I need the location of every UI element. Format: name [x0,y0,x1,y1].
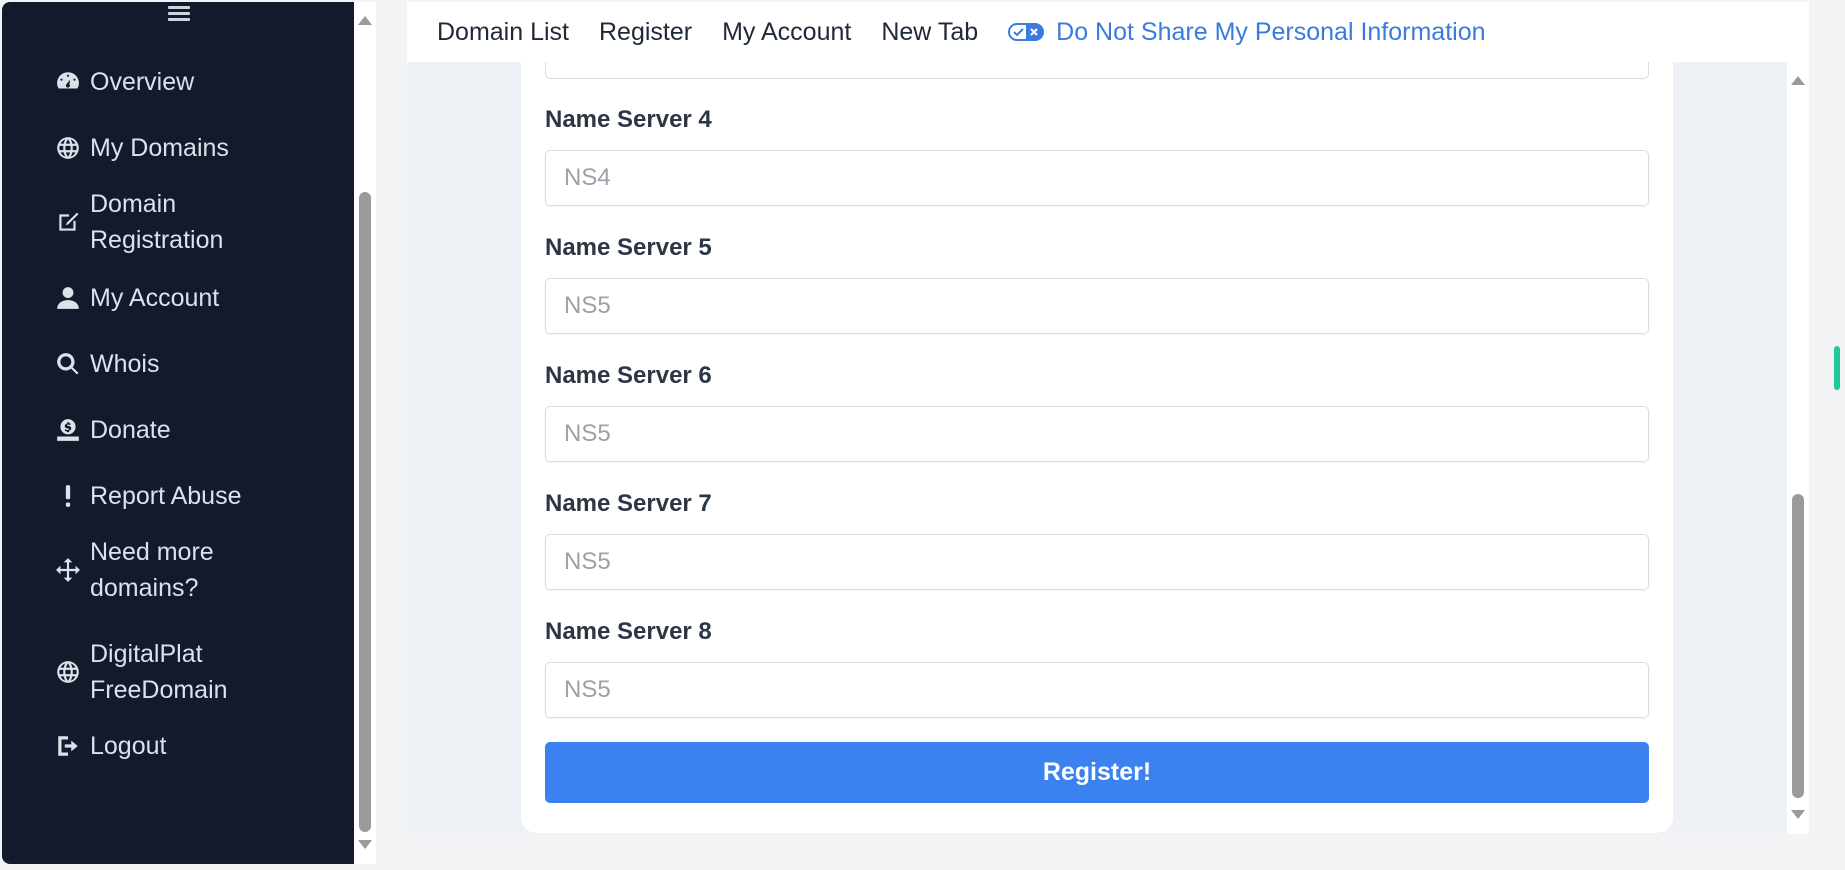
name-server-7-group: Name Server 7 [545,490,1649,590]
name-server-8-input[interactable] [545,662,1649,718]
sidebar-item-label: Domain Registration [90,190,224,254]
name-server-6-group: Name Server 6 [545,362,1649,462]
sidebar-scroll-thumb[interactable] [359,192,371,832]
scroll-up-arrow-icon[interactable] [358,16,372,25]
content-scroll-thumb[interactable] [1792,494,1804,798]
arrows-move-icon [54,556,82,584]
nav-link-my-account[interactable]: My Account [722,18,851,47]
sidebar-item-label: Logout [90,732,167,760]
name-server-6-label: Name Server 6 [545,362,712,389]
register-button[interactable]: Register! [545,742,1649,803]
logout-icon [54,732,82,760]
register-form-card: Name Server 4 Name Server 5 Name Server … [521,40,1673,833]
sidebar-item-label: My Account [90,284,220,312]
user-icon [54,284,82,312]
name-server-5-input[interactable] [545,278,1649,334]
sidebar-item-donate[interactable]: Donate [54,412,344,448]
sidebar-item-label: Overview [90,68,195,96]
sidebar-item-domain-registration[interactable]: Domain Registration [54,186,344,258]
nav-link-domain-list[interactable]: Domain List [437,18,569,47]
side-accent-tab[interactable] [1834,346,1840,390]
sidebar-item-need-more-domains[interactable]: Need more domains? [54,534,344,606]
sidebar-item-whois[interactable]: Whois [54,346,344,382]
hamburger-menu-icon[interactable] [168,6,190,21]
sidebar-item-logout[interactable]: Logout [54,728,344,764]
sidebar-item-label: Need more domains? [90,538,214,602]
name-server-8-label: Name Server 8 [545,618,712,645]
sidebar-item-my-account[interactable]: My Account [54,280,344,316]
sidebar-item-report-abuse[interactable]: Report Abuse [54,478,344,514]
exclamation-icon [54,482,82,510]
globe-icon [54,134,82,162]
sidebar-item-my-domains[interactable]: My Domains [54,130,344,166]
sidebar-item-label: Report Abuse [90,482,242,510]
name-server-6-input[interactable] [545,406,1649,462]
sidebar-item-label: My Domains [90,134,229,162]
donate-icon [54,416,82,444]
privacy-link-label: Do Not Share My Personal Information [1056,17,1486,46]
search-icon [54,350,82,378]
globe-icon [54,658,82,686]
gauge-icon [54,68,82,96]
sidebar: Overview My Domains Domain Registration … [2,2,354,864]
sidebar-item-digitalplat-freedomain[interactable]: DigitalPlat FreeDomain [54,636,344,708]
edit-icon [54,208,82,236]
name-server-4-label: Name Server 4 [545,106,712,133]
top-navbar: Domain List Register My Account New Tab … [407,2,1809,62]
nav-link-new-tab[interactable]: New Tab [881,18,978,47]
scroll-down-arrow-icon[interactable] [358,840,372,849]
sidebar-scrollbar[interactable] [354,2,376,864]
name-server-4-group: Name Server 4 [545,106,1649,206]
name-server-7-label: Name Server 7 [545,490,712,517]
scroll-up-arrow-icon[interactable] [1791,76,1805,85]
sidebar-item-label: Donate [90,416,171,444]
sidebar-item-label: DigitalPlat FreeDomain [90,640,228,704]
privacy-opt-out-link[interactable]: Do Not Share My Personal Information [1008,17,1486,47]
privacy-toggle-icon [1008,23,1045,41]
name-server-5-label: Name Server 5 [545,234,712,261]
sidebar-item-overview[interactable]: Overview [54,64,344,100]
name-server-4-input[interactable] [545,150,1649,206]
content-scrollbar[interactable] [1787,62,1809,834]
nav-link-register[interactable]: Register [599,18,692,47]
name-server-5-group: Name Server 5 [545,234,1649,334]
sidebar-nav: Overview My Domains Domain Registration … [54,64,344,764]
name-server-8-group: Name Server 8 [545,618,1649,718]
scroll-down-arrow-icon[interactable] [1791,810,1805,819]
sidebar-item-label: Whois [90,350,160,378]
name-server-7-input[interactable] [545,534,1649,590]
